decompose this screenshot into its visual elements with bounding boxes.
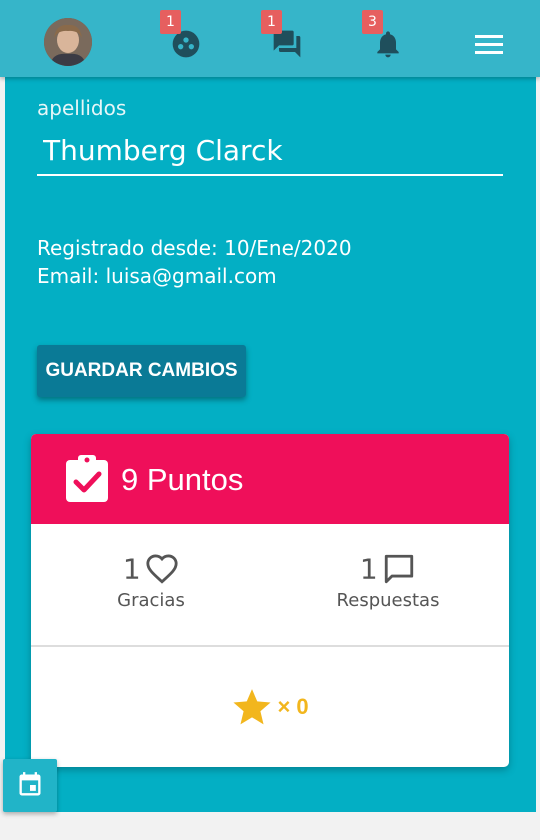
points-title: 9 Puntos [121, 462, 244, 497]
groups-badge: 1 [160, 10, 181, 34]
points-card: 9 Puntos 1 Gracias 1 Respuestas × 0 [31, 434, 509, 767]
thanks-label: Gracias [117, 590, 185, 611]
stars-count: × 0 [277, 694, 309, 719]
points-card-header: 9 Puntos [31, 434, 509, 524]
thanks-count: 1 [122, 552, 141, 586]
surname-input[interactable] [37, 126, 503, 176]
chat-bubble-icon [382, 552, 416, 586]
email-text: Email: luisa@gmail.com [37, 264, 277, 288]
thanks-stat: 1 Gracias [61, 552, 241, 612]
clipboard-check-icon [64, 454, 110, 504]
notifications-badge: 3 [362, 10, 383, 34]
surname-label: apellidos [37, 96, 127, 120]
calendar-icon [19, 772, 41, 796]
answers-count: 1 [359, 552, 378, 586]
stars-row: × 0 [231, 686, 309, 728]
avatar[interactable] [44, 18, 92, 66]
answers-label: Respuestas [336, 590, 440, 611]
answers-stat: 1 Respuestas [298, 552, 478, 612]
messages-badge: 1 [261, 10, 282, 34]
registered-date: Registrado desde: 10/Ene/2020 [37, 236, 352, 260]
save-changes-button[interactable]: GUARDAR CAMBIOS [37, 345, 246, 397]
menu-icon[interactable] [474, 30, 504, 60]
top-nav-bar: 1 1 3 [0, 0, 540, 77]
card-divider [31, 645, 509, 647]
heart-icon [145, 552, 179, 586]
star-icon [233, 689, 271, 725]
calendar-button[interactable] [3, 759, 57, 812]
